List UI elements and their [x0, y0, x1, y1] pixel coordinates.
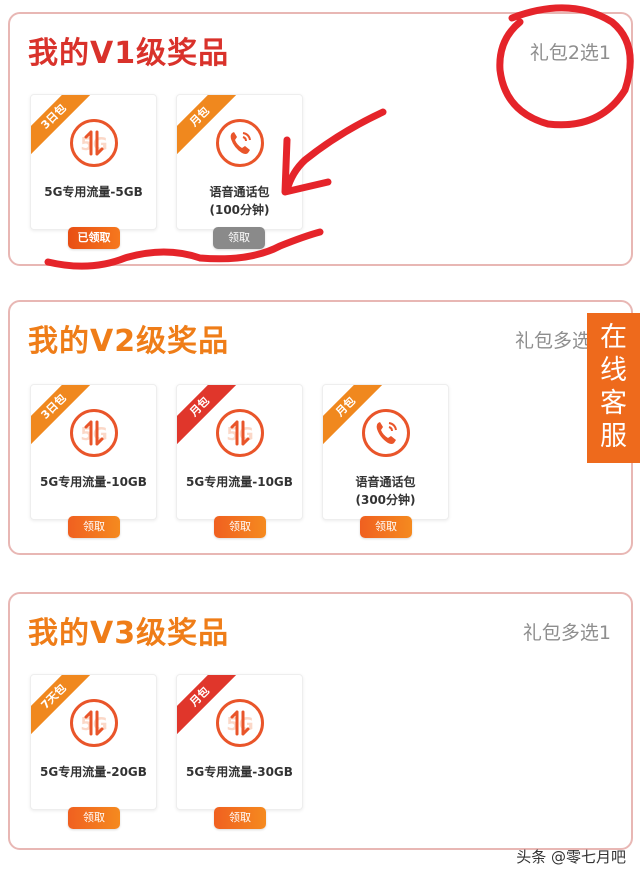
v3-prize-section: 我的V3级奖品 礼包多选1 7天包 5G 5G专用流量-20GB 领取 月包 5… — [8, 592, 633, 850]
section-title: 我的V3级奖品 — [28, 616, 230, 651]
section-title: 我的V2级奖品 — [28, 324, 230, 359]
data-5g-icon: 5G — [216, 409, 264, 457]
section-note: 礼包多选1 — [522, 622, 611, 644]
claim-button[interactable]: 领取 — [68, 807, 120, 829]
prize-label: 5G专用流量-10GB — [40, 475, 147, 489]
v2-prize-section: 我的V2级奖品 礼包多选 3日包 5G 5G专用流量-10GB 领取 月包 5G… — [8, 300, 633, 555]
data-5g-icon: 5G — [70, 119, 118, 167]
svg-text:5G: 5G — [226, 714, 253, 735]
section-note: 礼包多选 — [514, 330, 591, 352]
v1-prize-section: 我的V1级奖品 礼包2选1 3日包 5G 5G专用流量-5GB 已领取 月包 语… — [8, 12, 633, 266]
claim-button[interactable]: 领取 — [214, 807, 266, 829]
side-button-label: 在线客服 — [600, 322, 627, 452]
section-title: 我的V1级奖品 — [28, 36, 230, 71]
section-note: 礼包2选1 — [529, 42, 611, 64]
prize-label: 5G专用流量-30GB — [186, 765, 293, 779]
prize-card-5g-20gb[interactable]: 7天包 5G 5G专用流量-20GB — [30, 674, 157, 810]
prize-card-5g-30gb[interactable]: 月包 5G 5G专用流量-30GB — [176, 674, 303, 810]
data-5g-icon: 5G — [70, 409, 118, 457]
svg-text:5G: 5G — [80, 134, 107, 155]
claimed-button[interactable]: 已领取 — [68, 227, 120, 249]
prize-card-5g-5gb[interactable]: 3日包 5G 5G专用流量-5GB — [30, 94, 157, 230]
claim-button[interactable]: 领取 — [68, 516, 120, 538]
phone-call-icon — [216, 119, 264, 167]
prize-label: 5G专用流量-10GB — [186, 475, 293, 489]
claim-button[interactable]: 领取 — [214, 516, 266, 538]
online-customer-service-button[interactable]: 在线客服 — [587, 313, 640, 463]
watermark: 头条 @零七月吧 — [516, 848, 626, 866]
phone-call-icon — [362, 409, 410, 457]
svg-text:5G: 5G — [80, 714, 107, 735]
prize-label: 5G专用流量-5GB — [44, 185, 143, 199]
claim-button[interactable]: 领取 — [213, 227, 265, 249]
svg-text:5G: 5G — [226, 424, 253, 445]
prize-label: 语音通话包 (300分钟) — [355, 475, 416, 507]
claim-button[interactable]: 领取 — [360, 516, 412, 538]
prize-card-5g-10gb-3day[interactable]: 3日包 5G 5G专用流量-10GB — [30, 384, 157, 520]
prize-card-5g-10gb-month[interactable]: 月包 5G 5G专用流量-10GB — [176, 384, 303, 520]
svg-text:5G: 5G — [80, 424, 107, 445]
prize-card-voice-100min[interactable]: 月包 语音通话包 (100分钟) — [176, 94, 303, 230]
data-5g-icon: 5G — [70, 699, 118, 747]
prize-label: 5G专用流量-20GB — [40, 765, 147, 779]
prize-label: 语音通话包 (100分钟) — [209, 185, 270, 217]
prize-card-voice-300min[interactable]: 月包 语音通话包 (300分钟) — [322, 384, 449, 520]
data-5g-icon: 5G — [216, 699, 264, 747]
